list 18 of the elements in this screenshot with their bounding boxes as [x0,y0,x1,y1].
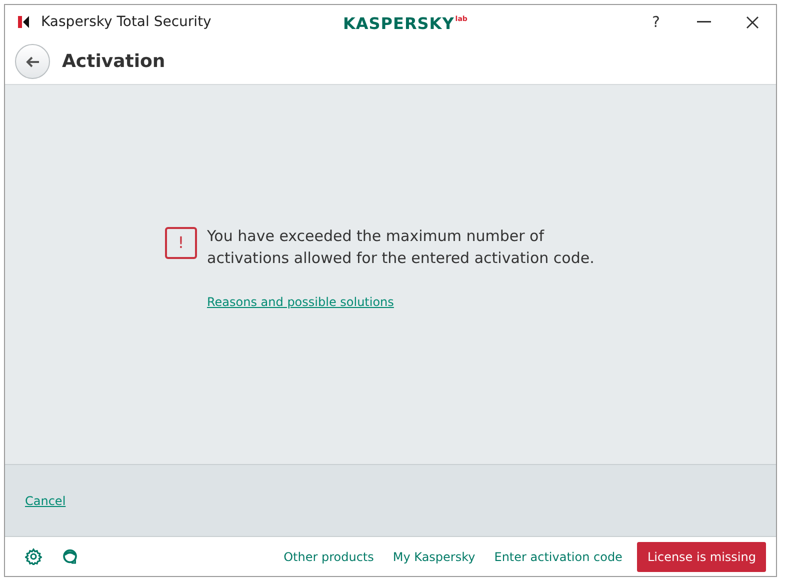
error-icon: ! [165,227,197,259]
footer-link[interactable]: My Kaspersky [392,548,476,566]
cancel-link[interactable]: Cancel [25,492,66,510]
window-title: Kaspersky Total Security [41,12,212,32]
error-message: You have exceeded the maximum number of activations allowed for the entered activation code. [207,226,596,269]
app-logo-icon [17,15,31,29]
footer-link[interactable]: Enter activation code [494,548,622,566]
help-button[interactable]: ? [632,7,680,37]
footer-link[interactable]: Other products [284,548,374,566]
back-arrow-icon [26,56,40,68]
brand-logo: KASPERSKY [343,13,454,35]
settings-icon[interactable] [25,548,42,565]
back-button[interactable] [15,44,50,79]
reasons-link[interactable]: Reasons and possible solutions [207,293,394,311]
page-title: Activation [62,50,166,74]
minimize-icon [697,21,711,23]
close-icon [746,16,758,28]
license-button[interactable]: License is missing [637,542,766,572]
